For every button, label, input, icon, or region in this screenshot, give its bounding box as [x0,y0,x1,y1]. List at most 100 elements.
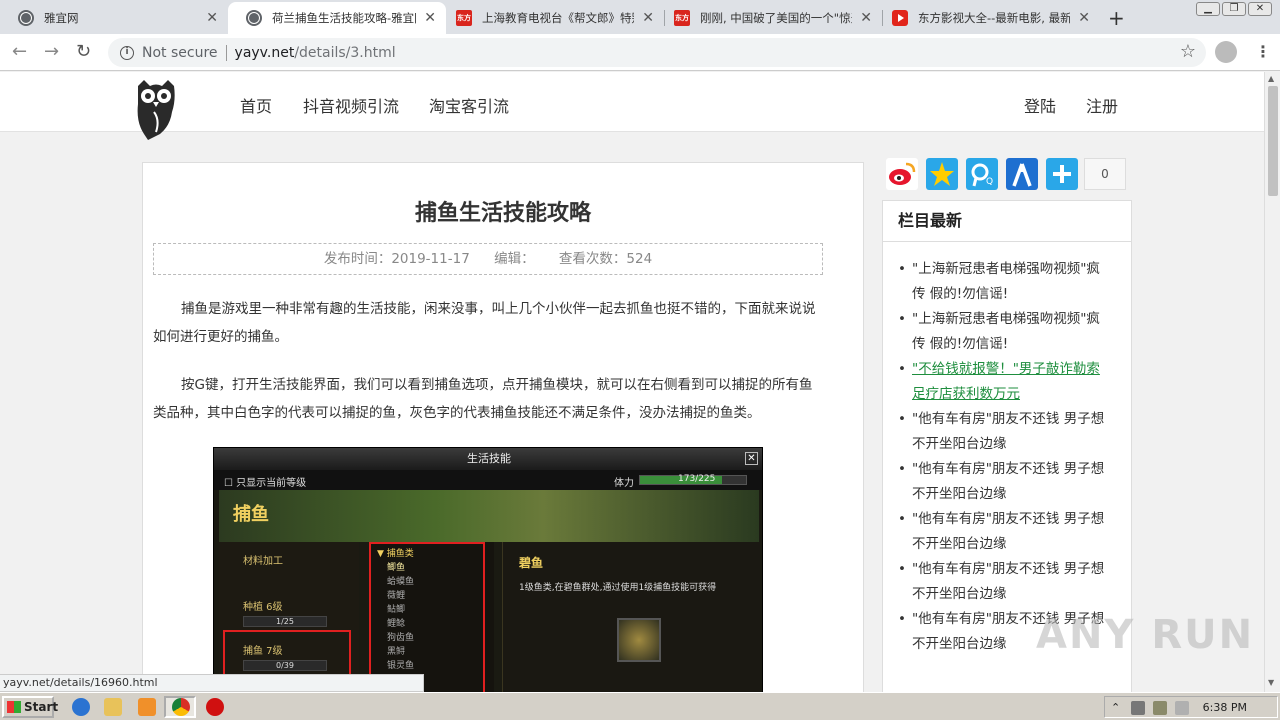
weibo-icon[interactable] [886,158,918,190]
register-link[interactable]: 注册 [1086,93,1118,117]
fish-item: 蛤蟆鱼 [387,577,415,587]
reload-icon[interactable]: ↻ [76,41,91,62]
sidebar-link[interactable]: "他有车有房"朋友不还钱 男子想不开坐阳台边缘 [898,507,1113,557]
minimize-icon[interactable]: ▁ [1196,2,1220,16]
info-icon[interactable]: i [120,45,134,60]
chrome-taskbar-button[interactable] [164,696,196,718]
sidebar-link-hovered[interactable]: "不给钱就报警！"男子敲诈勒索足疗店获利数万元 [898,357,1113,407]
page-scrollbar[interactable]: ▲ ▼ [1264,72,1280,692]
fish-item: 鲇鲫 [387,605,406,615]
nav-douyin[interactable]: 抖音视频引流 [303,93,399,117]
tray-arrow-icon[interactable]: ⌃ [1111,701,1125,715]
sidebar-link[interactable]: "上海新冠患者电梯强吻视频"疯传 假的!勿信谣! [898,307,1113,357]
tab-yayv-home[interactable]: 雅宜网 ✕ [0,2,228,34]
share-count: 0 [1084,158,1126,190]
fish-detail-name: 碧鱼 [519,556,544,570]
kebab-menu-icon[interactable]: ⋮ [1255,42,1271,61]
skill-progress: 0/39 [243,660,327,671]
game-window-title: 生活技能 [214,448,762,470]
anyrun-watermark: ANY RUN [1036,612,1255,658]
skill-row: 材料加工 [243,556,283,567]
close-tab-icon[interactable]: ✕ [424,10,436,26]
address-bar[interactable]: i Not secure yayv.net /details/3.html ☆ [108,38,1206,67]
tab-title: 东方影视大全--最新电影, 最新 [918,11,1071,25]
article-meta: 发布时间：2019-11-17 编辑： 查看次数：524 [153,243,823,275]
ie-icon[interactable] [72,698,90,716]
windows-taskbar: Start ⌃ 6:38 PM [0,692,1280,720]
bookmark-star-icon[interactable]: ☆ [1180,41,1196,62]
view-count: 查看次数：524 [558,251,653,267]
sidebar-heading: 栏目最新 [883,201,1131,242]
stamina-value: 173/225 [678,474,716,484]
scrollbar-thumb[interactable] [1268,86,1278,196]
folder-icon[interactable] [104,698,122,716]
volume-icon[interactable] [1131,701,1145,715]
warning-app-icon[interactable] [206,698,224,716]
tab-title: 上海教育电视台《帮文郎》特别报 [482,11,634,25]
owl-logo-icon[interactable] [134,78,178,140]
tab-article-active[interactable]: 荷兰捕鱼生活技能攻略-雅宜网 ✕ [228,2,446,34]
more-plus-icon[interactable] [1046,158,1078,190]
sidebar-list: "上海新冠患者电梯强吻视频"疯传 假的!勿信谣! "上海新冠患者电梯强吻视频"疯… [898,257,1113,657]
sidebar-link[interactable]: "上海新冠患者电梯强吻视频"疯传 假的!勿信谣! [898,257,1113,307]
profile-avatar-icon[interactable] [1215,41,1237,63]
back-arrow-icon[interactable]: ← [12,41,27,62]
window-controls: ▁ ❐ ✕ [1196,2,1272,16]
stamina-bar: 173/225 [639,474,747,485]
game-checkbox-label: ☐ 只显示当前等级 [224,478,307,489]
windows-flag-icon [7,701,21,713]
fish-detail: 碧鱼 1级鱼类,在碧鱼群处,通过使用1级捕鱼技能可获得 [502,542,760,692]
tencent-weibo-icon[interactable]: Q [966,158,998,190]
sidebar-link[interactable]: "他有车有房"朋友不还钱 男子想不开坐阳台边缘 [898,557,1113,607]
fish-item: 黑鲟 [387,647,406,657]
close-tab-icon[interactable]: ✕ [860,10,872,26]
game-topbar: ☐ 只显示当前等级 体力 173/225 [214,470,762,490]
site-header: 首页 抖音视频引流 淘宝客引流 登陆 注册 [0,72,1264,140]
article-image-game-screenshot: 生活技能 ✕ ☐ 只显示当前等级 体力 173/225 捕鱼 材料加工 种植 6… [213,447,763,692]
globe-icon [18,10,34,26]
tab-title: 荷兰捕鱼生活技能攻略-雅宜网 [272,11,417,25]
qzone-icon[interactable] [926,158,958,190]
network-icon[interactable] [1153,701,1167,715]
browser-tab-strip: 雅宜网 ✕ 荷兰捕鱼生活技能攻略-雅宜网 ✕ 东方 上海教育电视台《帮文郎》特别… [0,0,1280,34]
flag-tray-icon[interactable] [1175,701,1189,715]
fish-detail-desc: 1级鱼类,在碧鱼群处,通过使用1级捕鱼技能可获得 [519,583,717,593]
close-tab-icon[interactable]: ✕ [206,10,218,26]
system-tray: ⌃ 6:38 PM [1104,696,1278,718]
omnibox-divider [225,44,227,61]
tab-china-news[interactable]: 东方 刚刚, 中国破了美国的一个"惊天 ✕ [664,2,882,34]
window-close-icon[interactable]: ✕ [1248,2,1272,16]
sidebar-link[interactable]: "他有车有房"朋友不还钱 男子想不开坐阳台边缘 [898,457,1113,507]
scroll-down-icon[interactable]: ▼ [1268,678,1274,687]
stamina-label: 体力 [614,478,634,489]
game-skill-list: 材料加工 种植 6级 1/25 捕鱼 7级 0/39 [219,542,359,692]
skill-row: 捕鱼 7级 [243,646,283,657]
media-player-icon[interactable] [138,698,156,716]
close-tab-icon[interactable]: ✕ [642,10,654,26]
article-card: 捕鱼生活技能攻略 发布时间：2019-11-17 编辑： 查看次数：524 捕鱼… [142,162,864,692]
article-paragraph: 按G键，打开生活技能界面，我们可以看到捕鱼选项，点开捕鱼模块，就可以在右侧看到可… [153,377,813,421]
start-button[interactable]: Start [2,696,58,718]
nav-taobaoke[interactable]: 淘宝客引流 [429,93,509,117]
login-link[interactable]: 登陆 [1024,93,1056,117]
nav-home[interactable]: 首页 [240,93,272,117]
fishing-banner: 捕鱼 [219,490,759,542]
fish-list: ▼ 捕鱼类 鲫鱼 蛤蟆鱼 薇鲤 鲇鲫 鲤鲶 狗齿鱼 黑鲟 银灵鱼 [369,542,494,692]
svg-text:Q: Q [986,177,993,187]
link-status-bubble: yayv.net/details/16960.html [0,674,424,692]
url-path: /details/3.html [294,44,396,61]
new-tab-icon[interactable]: + [1108,6,1125,30]
fish-item: 狗齿鱼 [387,633,415,643]
sidebar-link[interactable]: "他有车有房"朋友不还钱 男子想不开坐阳台边缘 [898,407,1113,457]
forward-arrow-icon[interactable]: → [44,41,59,62]
tab-shanghai-tv[interactable]: 东方 上海教育电视台《帮文郎》特别报 ✕ [446,2,664,34]
scroll-up-icon[interactable]: ▲ [1268,74,1274,83]
tab-video[interactable]: 东方影视大全--最新电影, 最新 ✕ [882,2,1100,34]
skill-row: 种植 6级 [243,602,283,613]
renren-icon[interactable] [1006,158,1038,190]
eastday-icon: 东方 [456,10,472,26]
tab-title: 刚刚, 中国破了美国的一个"惊天 [700,11,853,25]
article-paragraph: 捕鱼是游戏里一种非常有趣的生活技能，闲来没事，叫上几个小伙伴一起去抓鱼也挺不错的… [153,301,816,345]
restore-icon[interactable]: ❐ [1222,2,1246,16]
close-tab-icon[interactable]: ✕ [1078,10,1090,26]
